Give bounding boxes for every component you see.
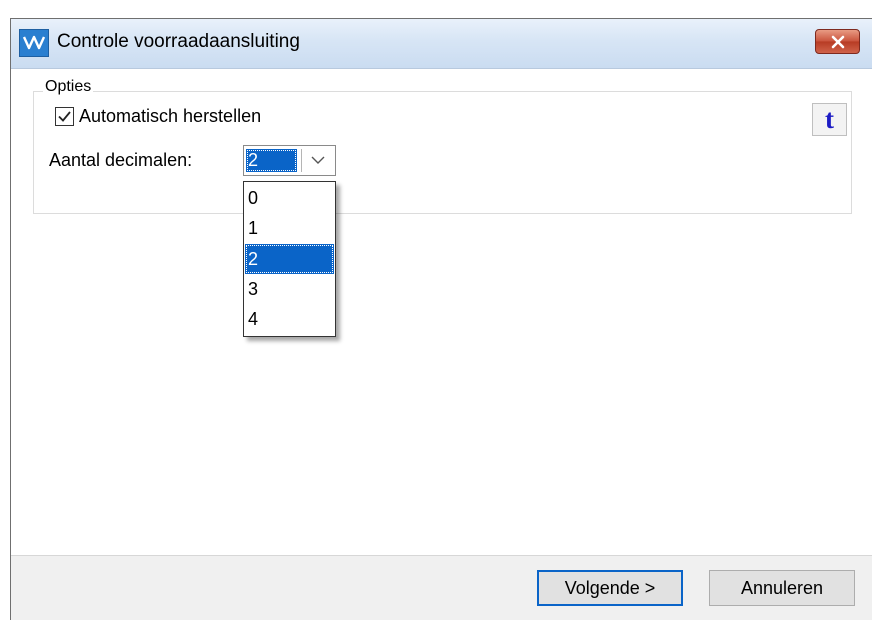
dialog-window: Controle voorraadaansluiting Opties Auto… [10, 18, 872, 620]
checkmark-icon [58, 111, 71, 122]
decimals-option-2[interactable]: 2 [245, 244, 334, 274]
decimals-dropdown-list[interactable]: 0 1 2 3 4 [243, 181, 336, 337]
av-logo-icon [19, 29, 49, 57]
button-bar: Volgende > Annuleren [11, 555, 872, 620]
decimals-selected-value[interactable]: 2 [246, 149, 297, 172]
auto-restore-checkbox[interactable] [55, 107, 74, 126]
decimals-option-0[interactable]: 0 [245, 183, 334, 213]
cancel-button[interactable]: Annuleren [709, 570, 855, 606]
decimals-option-1[interactable]: 1 [245, 213, 334, 243]
next-button[interactable]: Volgende > [537, 570, 683, 606]
dialog-content: Opties Automatisch herstellen t Aantal d… [11, 69, 872, 555]
screen: Controle voorraadaansluiting Opties Auto… [0, 0, 872, 620]
decimals-option-3[interactable]: 3 [245, 274, 334, 304]
auto-restore-label[interactable]: Automatisch herstellen [79, 105, 261, 127]
chevron-down-icon [311, 156, 325, 164]
decimals-label: Aantal decimalen: [49, 150, 193, 170]
title-bar[interactable]: Controle voorraadaansluiting [11, 19, 872, 69]
t-button[interactable]: t [812, 103, 847, 136]
options-group-label: Opties [43, 78, 94, 96]
decimals-combobox[interactable]: 2 [243, 145, 336, 176]
decimals-option-4[interactable]: 4 [245, 304, 334, 334]
close-icon [831, 35, 845, 49]
window-title: Controle voorraadaansluiting [57, 31, 300, 52]
decimals-dropdown-button[interactable] [301, 149, 333, 172]
close-button[interactable] [815, 29, 860, 54]
